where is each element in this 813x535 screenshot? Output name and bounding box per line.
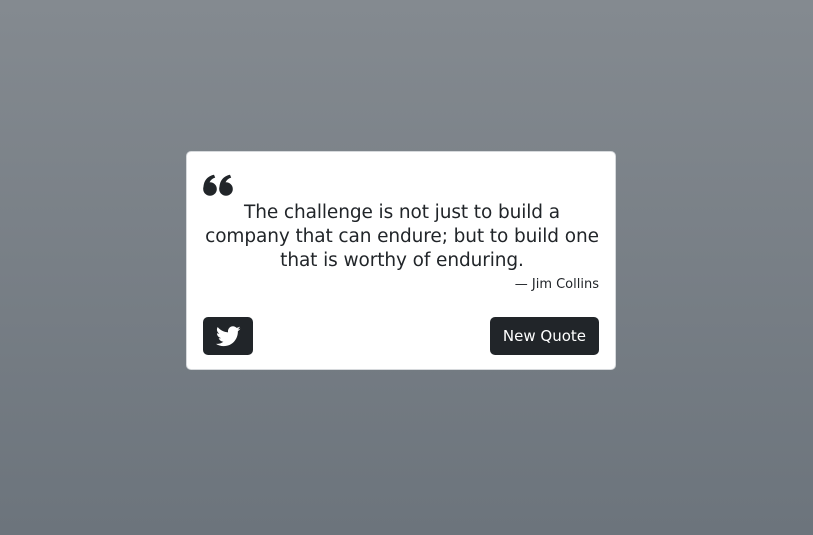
quote-left-icon — [203, 174, 233, 196]
new-quote-button[interactable]: New Quote — [489, 317, 599, 355]
quote-author: — Jim Collins — [514, 277, 599, 292]
tweet-quote-button[interactable] — [203, 317, 253, 355]
quote-card: The challenge is not just to build a com… — [186, 151, 616, 370]
twitter-icon — [215, 325, 241, 347]
quote-text: The challenge is not just to build a com… — [205, 202, 599, 271]
